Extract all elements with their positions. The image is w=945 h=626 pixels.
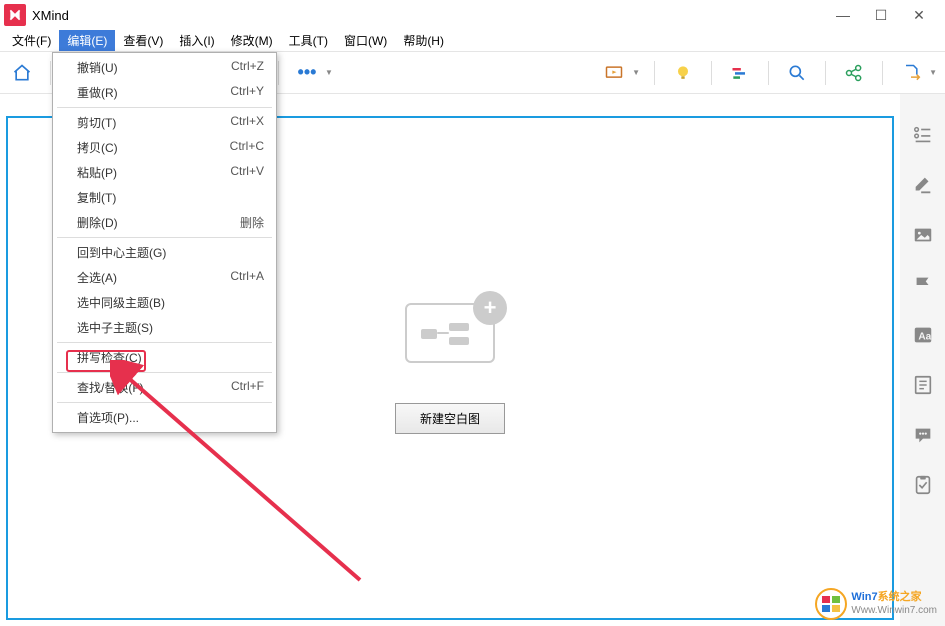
app-icon	[4, 4, 26, 26]
menu-entry[interactable]: 拼写检查(C)	[53, 345, 276, 370]
task-panel-icon[interactable]	[912, 474, 934, 496]
menu-separator	[57, 372, 272, 373]
menu-entry[interactable]: 复制(T)	[53, 185, 276, 210]
menu-entry[interactable]: 拷贝(C)Ctrl+C	[53, 135, 276, 160]
format-panel-icon[interactable]	[912, 174, 934, 196]
menu-entry[interactable]: 删除(D)删除	[53, 210, 276, 235]
export-icon[interactable]	[897, 59, 925, 87]
menu-entry[interactable]: 剪切(T)Ctrl+X	[53, 110, 276, 135]
more-icon[interactable]: •••	[293, 59, 321, 87]
outline-panel-icon[interactable]	[912, 124, 934, 146]
close-button[interactable]: ✕	[909, 5, 929, 25]
watermark: Win7系统之家 Www.Winwin7.com	[815, 588, 937, 620]
toolbar-separator	[278, 61, 279, 85]
presentation-icon[interactable]	[600, 59, 628, 87]
toolbar-separator	[768, 61, 769, 85]
menu-separator	[57, 237, 272, 238]
home-icon[interactable]	[8, 59, 36, 87]
menu-item[interactable]: 查看(V)	[115, 30, 171, 51]
svg-text:Aa: Aa	[918, 332, 931, 343]
watermark-logo	[815, 588, 847, 620]
menu-item[interactable]: 窗口(W)	[336, 30, 395, 51]
menu-entry[interactable]: 重做(R)Ctrl+Y	[53, 80, 276, 105]
minimize-button[interactable]: —	[833, 5, 853, 25]
watermark-url: Www.Winwin7.com	[851, 605, 937, 617]
menu-item[interactable]: 编辑(E)	[59, 30, 115, 51]
comments-panel-icon[interactable]	[912, 424, 934, 446]
menu-item[interactable]: 文件(F)	[4, 30, 59, 51]
menubar: 文件(F)编辑(E)查看(V)插入(I)修改(M)工具(T)窗口(W)帮助(H)	[0, 30, 945, 52]
right-panel: Aa	[900, 94, 945, 626]
menu-entry[interactable]: 查找/替换(F)Ctrl+F	[53, 375, 276, 400]
marker-panel-icon[interactable]	[912, 274, 934, 296]
menu-separator	[57, 107, 272, 108]
menu-entry[interactable]: 首选项(P)...	[53, 405, 276, 430]
menu-entry[interactable]: 撤销(U)Ctrl+Z	[53, 55, 276, 80]
font-panel-icon[interactable]: Aa	[912, 324, 934, 346]
app-title: XMind	[32, 8, 833, 23]
toolbar-separator	[825, 61, 826, 85]
menu-entry[interactable]: 选中子主题(S)	[53, 315, 276, 340]
menu-item[interactable]: 插入(I)	[171, 30, 222, 51]
edit-menu-dropdown: 撤销(U)Ctrl+Z重做(R)Ctrl+Y 剪切(T)Ctrl+X拷贝(C)Ct…	[52, 52, 277, 433]
titlebar: XMind — ☐ ✕	[0, 0, 945, 30]
plus-icon: +	[473, 291, 507, 325]
search-icon[interactable]	[783, 59, 811, 87]
watermark-suffix: 系统之家	[878, 591, 922, 603]
new-blank-map-button[interactable]: 新建空白图	[395, 403, 505, 434]
idea-icon[interactable]	[669, 59, 697, 87]
toolbar-separator	[711, 61, 712, 85]
menu-entry[interactable]: 粘贴(P)Ctrl+V	[53, 160, 276, 185]
chevron-down-icon[interactable]: ▼	[929, 68, 937, 77]
image-panel-icon[interactable]	[912, 224, 934, 246]
toolbar-separator	[654, 61, 655, 85]
notes-panel-icon[interactable]	[912, 374, 934, 396]
toolbar-separator	[882, 61, 883, 85]
menu-separator	[57, 342, 272, 343]
menu-entry[interactable]: 回到中心主题(G)	[53, 240, 276, 265]
menu-entry[interactable]: 选中同级主题(B)	[53, 290, 276, 315]
blank-map-icon: +	[405, 303, 495, 363]
share-icon[interactable]	[840, 59, 868, 87]
menu-item[interactable]: 修改(M)	[223, 30, 281, 51]
watermark-brand: Win7	[851, 591, 877, 603]
chevron-down-icon[interactable]: ▼	[325, 68, 333, 77]
chevron-down-icon[interactable]: ▼	[632, 68, 640, 77]
menu-separator	[57, 402, 272, 403]
gantt-icon[interactable]	[726, 59, 754, 87]
menu-item[interactable]: 帮助(H)	[395, 30, 452, 51]
maximize-button[interactable]: ☐	[871, 5, 891, 25]
menu-item[interactable]: 工具(T)	[281, 30, 336, 51]
menu-entry[interactable]: 全选(A)Ctrl+A	[53, 265, 276, 290]
toolbar-separator	[50, 61, 51, 85]
